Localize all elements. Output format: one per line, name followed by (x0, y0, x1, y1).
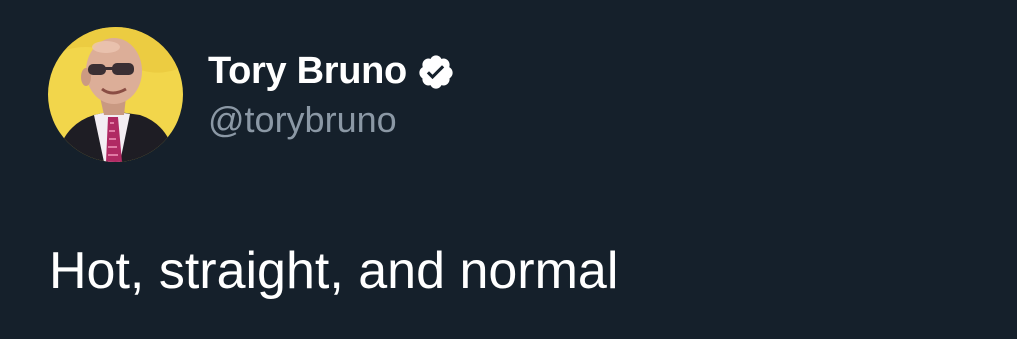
tweet-text: Hot, straight, and normal (49, 242, 619, 300)
name-row: Tory Bruno (208, 49, 455, 95)
avatar-image (48, 27, 183, 162)
author-display-name[interactable]: Tory Bruno (208, 50, 407, 93)
author-handle[interactable]: @torybruno (208, 99, 455, 141)
author-identity: Tory Bruno @torybruno (208, 49, 455, 141)
author-avatar[interactable] (48, 27, 183, 162)
verified-badge-icon (417, 53, 455, 91)
tweet-card: Tory Bruno @torybruno Hot, straight, and… (0, 0, 1017, 339)
tweet-header: Tory Bruno @torybruno (48, 27, 455, 162)
